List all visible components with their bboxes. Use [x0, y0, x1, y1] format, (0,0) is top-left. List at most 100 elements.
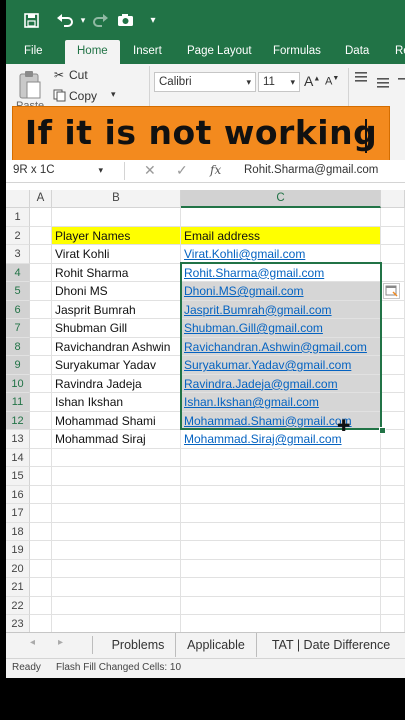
cell-b[interactable]	[52, 541, 181, 560]
cell-d[interactable]	[381, 448, 405, 467]
row-header[interactable]: 20	[6, 559, 30, 578]
insert-function-button[interactable]: fx	[210, 163, 221, 177]
cell-b[interactable]	[52, 615, 181, 634]
cell-c[interactable]: Ravichandran.Ashwin@gmail.com	[181, 337, 381, 356]
cell-c[interactable]	[181, 596, 381, 615]
cell-a[interactable]	[30, 467, 52, 486]
cell-c[interactable]	[181, 559, 381, 578]
row-header[interactable]: 7	[6, 319, 30, 338]
cell-c[interactable]	[181, 485, 381, 504]
cell-d[interactable]	[381, 263, 405, 282]
row-header[interactable]: 22	[6, 596, 30, 615]
cell-d[interactable]	[381, 504, 405, 523]
cell-d[interactable]	[381, 374, 405, 393]
cell-d[interactable]	[381, 541, 405, 560]
cell-a[interactable]	[30, 485, 52, 504]
undo-icon[interactable]	[52, 8, 78, 32]
copy-dropdown-icon[interactable]: ▾	[111, 89, 116, 100]
cell-a[interactable]	[30, 615, 52, 634]
align-bottom-icon[interactable]	[397, 76, 405, 93]
cell-d[interactable]	[381, 393, 405, 412]
row-header[interactable]: 11	[6, 393, 30, 412]
cell-b[interactable]	[52, 467, 181, 486]
row-header[interactable]: 8	[6, 337, 30, 356]
cell-a[interactable]	[30, 448, 52, 467]
cell-b[interactable]	[52, 504, 181, 523]
row-header[interactable]: 1	[6, 208, 30, 227]
cell-c[interactable]	[181, 208, 381, 227]
cell-d[interactable]	[381, 578, 405, 597]
cell-a[interactable]	[30, 522, 52, 541]
select-all-corner[interactable]	[6, 190, 30, 208]
flash-fill-options-icon[interactable]	[383, 283, 400, 299]
sheet-tab-problems[interactable]: Problems	[101, 633, 176, 657]
row-header[interactable]: 17	[6, 504, 30, 523]
cell-d[interactable]	[381, 356, 405, 375]
cell-b[interactable]: Player Names	[52, 226, 181, 245]
cancel-icon[interactable]: ✕	[144, 162, 156, 179]
tab-insert[interactable]: Insert	[133, 40, 162, 64]
cell-c[interactable]	[181, 578, 381, 597]
row-header[interactable]: 19	[6, 541, 30, 560]
row-header[interactable]: 16	[6, 485, 30, 504]
cell-a[interactable]	[30, 393, 52, 412]
cell-c[interactable]: Shubman.Gill@gmail.com	[181, 319, 381, 338]
cell-a[interactable]	[30, 245, 52, 264]
cell-b[interactable]: Dhoni MS	[52, 282, 181, 301]
cell-d[interactable]	[381, 559, 405, 578]
cell-c[interactable]: Mohammad.Shami@gmail.com	[181, 411, 381, 430]
increase-font-button[interactable]: A▲	[304, 73, 320, 89]
cell-b[interactable]	[52, 578, 181, 597]
cell-c[interactable]	[181, 448, 381, 467]
cell-c[interactable]	[181, 467, 381, 486]
cell-d[interactable]	[381, 337, 405, 356]
font-size-select[interactable]: 11 ▾	[258, 72, 300, 92]
cell-b[interactable]: Ishan Ikshan	[52, 393, 181, 412]
cell-d[interactable]	[381, 467, 405, 486]
row-header[interactable]: 13	[6, 430, 30, 449]
enter-icon[interactable]: ✓	[176, 162, 188, 179]
font-name-select[interactable]: Calibri ▾	[154, 72, 256, 92]
cell-c[interactable]: Jasprit.Bumrah@gmail.com	[181, 300, 381, 319]
tab-home[interactable]: Home	[65, 40, 120, 64]
save-icon[interactable]	[20, 8, 42, 32]
copy-button[interactable]: Copy	[69, 89, 97, 103]
cell-d[interactable]	[381, 319, 405, 338]
row-header[interactable]: 5	[6, 282, 30, 301]
cell-a[interactable]	[30, 578, 52, 597]
row-header[interactable]: 15	[6, 467, 30, 486]
column-header-a[interactable]: A	[30, 190, 52, 208]
cell-b[interactable]: Shubman Gill	[52, 319, 181, 338]
row-header[interactable]: 23	[6, 615, 30, 634]
name-box[interactable]: 9R x 1C ▾	[9, 161, 105, 181]
column-header-b[interactable]: B	[52, 190, 181, 208]
sheet-tab-applicable[interactable]: Applicable	[176, 633, 257, 657]
cell-a[interactable]	[30, 430, 52, 449]
row-header[interactable]: 9	[6, 356, 30, 375]
cut-button[interactable]: Cut	[69, 68, 88, 82]
cell-d[interactable]	[381, 208, 405, 227]
cell-a[interactable]	[30, 504, 52, 523]
cell-b[interactable]: Ravichandran Ashwin	[52, 337, 181, 356]
cell-c[interactable]: Suryakumar.Yadav@gmail.com	[181, 356, 381, 375]
cell-c[interactable]	[181, 541, 381, 560]
row-header[interactable]: 4	[6, 263, 30, 282]
paste-icon[interactable]	[18, 70, 42, 100]
align-top-icon[interactable]	[354, 70, 368, 87]
cell-b[interactable]	[52, 596, 181, 615]
cell-d[interactable]	[381, 596, 405, 615]
cell-c[interactable]: Ishan.Ikshan@gmail.com	[181, 393, 381, 412]
cell-c[interactable]: Virat.Kohli@gmail.com	[181, 245, 381, 264]
cell-a[interactable]	[30, 596, 52, 615]
cell-d[interactable]	[381, 245, 405, 264]
cell-a[interactable]	[30, 374, 52, 393]
scroll-left-icon[interactable]: ◂	[30, 637, 35, 648]
tab-review[interactable]: Re	[395, 40, 405, 64]
cell-b[interactable]: Mohammad Siraj	[52, 430, 181, 449]
camera-icon[interactable]	[114, 8, 136, 32]
cell-c[interactable]: Rohit.Sharma@gmail.com	[181, 263, 381, 282]
copy-icon[interactable]	[53, 89, 66, 102]
cell-c[interactable]	[181, 615, 381, 634]
row-header[interactable]: 3	[6, 245, 30, 264]
cell-c[interactable]: Email address	[181, 226, 381, 245]
